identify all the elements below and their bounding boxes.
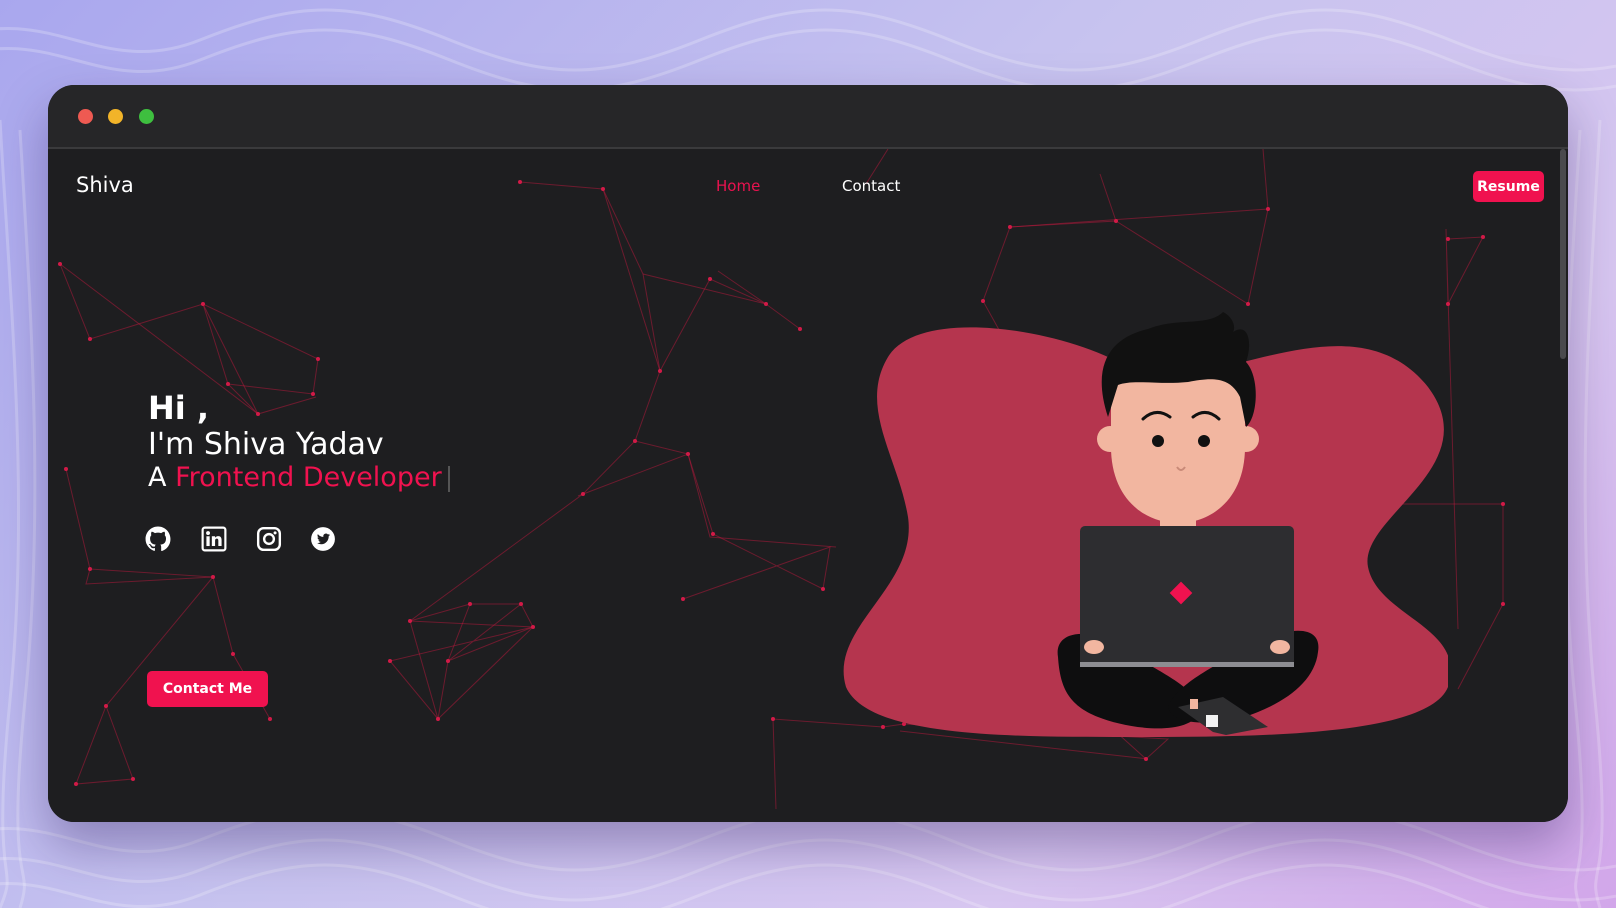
resume-button[interactable]: Resume	[1473, 171, 1544, 202]
nav-link-home[interactable]: Home	[716, 177, 760, 195]
minimize-window-button[interactable]	[108, 109, 123, 124]
instagram-icon[interactable]	[256, 526, 282, 552]
browser-window: Shiva Home Contact Resume Hi , I'm Shiva…	[48, 85, 1568, 822]
scrollbar[interactable]	[1560, 149, 1566, 359]
close-window-button[interactable]	[78, 109, 93, 124]
window-titlebar	[48, 85, 1568, 149]
linkedin-icon[interactable]	[201, 526, 227, 552]
nav-link-contact[interactable]: Contact	[842, 177, 900, 195]
hero-role: Frontend Developer	[175, 462, 442, 493]
page-content: Shiva Home Contact Resume Hi , I'm Shiva…	[48, 149, 1568, 822]
hero-role-prefix: A	[148, 462, 167, 493]
maximize-window-button[interactable]	[139, 109, 154, 124]
hero-role-line: A Frontend Developer	[148, 461, 450, 495]
contact-me-button[interactable]: Contact Me	[147, 671, 268, 707]
twitter-icon[interactable]	[310, 526, 336, 552]
hero-name: I'm Shiva Yadav	[148, 427, 384, 462]
site-logo[interactable]: Shiva	[76, 173, 134, 197]
hero-greeting: Hi ,	[148, 389, 210, 427]
github-icon[interactable]	[145, 526, 171, 552]
typing-cursor	[447, 465, 450, 492]
developer-with-laptop-illustration	[843, 312, 1448, 737]
